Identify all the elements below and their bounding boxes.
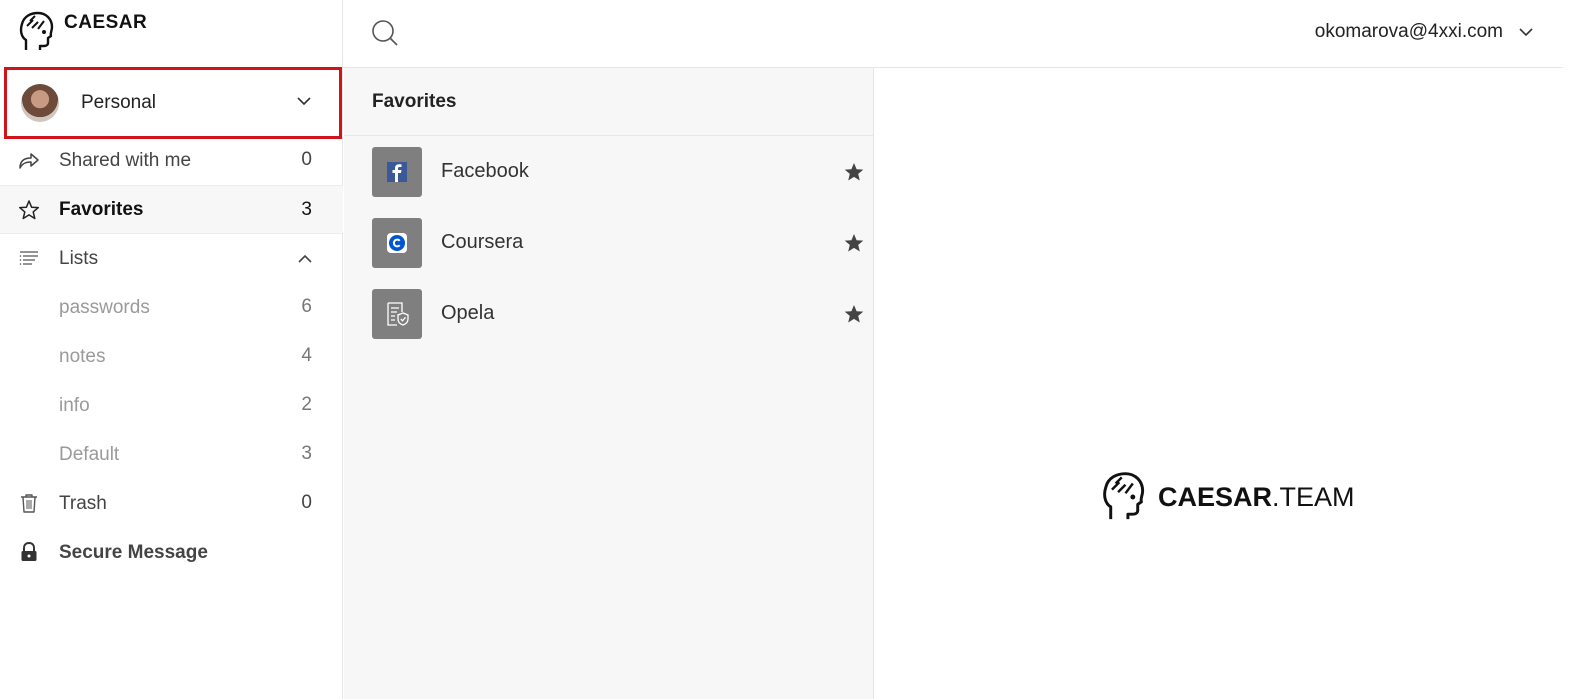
list-item-coursera[interactable]: Coursera	[344, 207, 873, 278]
list-icon	[19, 251, 38, 265]
logo-wordmark: CAESAR.TEAM	[1158, 482, 1355, 513]
list-item-facebook[interactable]: Facebook	[344, 136, 873, 207]
entry-icon-tile	[372, 146, 422, 197]
entry-icon-tile	[372, 288, 422, 339]
sidebar-item-trash[interactable]: Trash 0	[0, 479, 343, 528]
logo-bold-text: CAESAR	[1158, 481, 1273, 512]
user-email: okomarova@4xxi.com	[1314, 21, 1503, 42]
user-menu[interactable]: okomarova@4xxi.com	[1315, 21, 1533, 43]
entry-label: Facebook	[441, 160, 529, 182]
star-filled-icon[interactable]	[843, 232, 865, 254]
sidebar-nav: Shared with me 0 Favorites 3 Lists passw…	[0, 136, 343, 577]
chevron-up-icon[interactable]	[298, 252, 312, 266]
top-bar: okomarova@4xxi.com	[343, 0, 1563, 68]
entry-label: Coursera	[441, 231, 524, 253]
sidebar-item-count: 3	[301, 199, 312, 220]
sidebar-item-label: passwords	[59, 296, 150, 318]
account-label: Personal	[81, 92, 156, 113]
sidebar-item-default[interactable]: Default 3	[0, 430, 343, 479]
coursera-icon	[387, 232, 407, 253]
sidebar-item-label: Trash	[59, 492, 107, 514]
entry-icon-tile	[372, 217, 422, 268]
sidebar-item-count: 4	[301, 345, 312, 366]
chevron-down-icon	[1519, 28, 1533, 37]
sidebar-item-label: Lists	[59, 247, 99, 269]
facebook-icon	[387, 161, 407, 182]
entry-label: Opela	[441, 302, 495, 324]
sidebar-item-label: notes	[59, 345, 106, 367]
search-icon[interactable]	[371, 19, 399, 47]
sidebar-item-label: info	[59, 394, 90, 416]
sidebar-item-count: 0	[301, 492, 312, 513]
sidebar-item-count: 0	[301, 149, 312, 170]
trash-icon	[21, 494, 37, 513]
star-filled-icon[interactable]	[843, 303, 865, 325]
brand-name: CAESAR	[64, 12, 148, 33]
share-icon	[19, 153, 39, 169]
sidebar-item-notes[interactable]: notes 4	[0, 332, 343, 381]
sidebar-item-favorites[interactable]: Favorites 3	[0, 185, 343, 234]
sidebar-item-label: Default	[59, 443, 120, 465]
document-shield-icon	[387, 301, 409, 326]
sidebar-item-lists[interactable]: Lists	[0, 234, 343, 283]
sidebar-item-label: Favorites	[59, 198, 144, 220]
sidebar-item-count: 3	[301, 443, 312, 464]
sidebar-item-count: 6	[301, 296, 312, 317]
logo-light-text: .TEAM	[1272, 481, 1355, 512]
detail-panel: CAESAR.TEAM	[875, 68, 1563, 699]
caesar-team-logo: CAESAR.TEAM	[1100, 470, 1355, 524]
avatar	[21, 84, 59, 122]
sidebar-item-label: Secure Message	[59, 541, 208, 563]
sidebar-item-secure-message[interactable]: Secure Message	[0, 528, 343, 577]
sidebar-item-info[interactable]: info 2	[0, 381, 343, 430]
chevron-down-icon	[297, 97, 311, 106]
lock-icon	[21, 541, 37, 561]
list-item-opela[interactable]: Opela	[344, 278, 873, 349]
app-window: CAESAR Personal Shared with me 0 Favorit…	[0, 0, 1593, 699]
sidebar-item-shared[interactable]: Shared with me 0	[0, 136, 343, 185]
star-filled-icon[interactable]	[843, 161, 865, 183]
sidebar: CAESAR Personal Shared with me 0 Favorit…	[0, 0, 343, 699]
brand[interactable]: CAESAR	[18, 10, 147, 60]
favorites-list: Favorites Facebook Coursera Opela	[344, 68, 874, 699]
list-title: Favorites	[344, 68, 873, 136]
sidebar-item-count: 2	[301, 394, 312, 415]
star-outline-icon	[18, 200, 40, 220]
account-switcher[interactable]: Personal	[4, 67, 342, 139]
caesar-logo-icon	[19, 11, 54, 50]
sidebar-item-label: Shared with me	[59, 149, 192, 171]
caesar-logo-icon	[1103, 472, 1145, 520]
sidebar-item-passwords[interactable]: passwords 6	[0, 283, 343, 332]
